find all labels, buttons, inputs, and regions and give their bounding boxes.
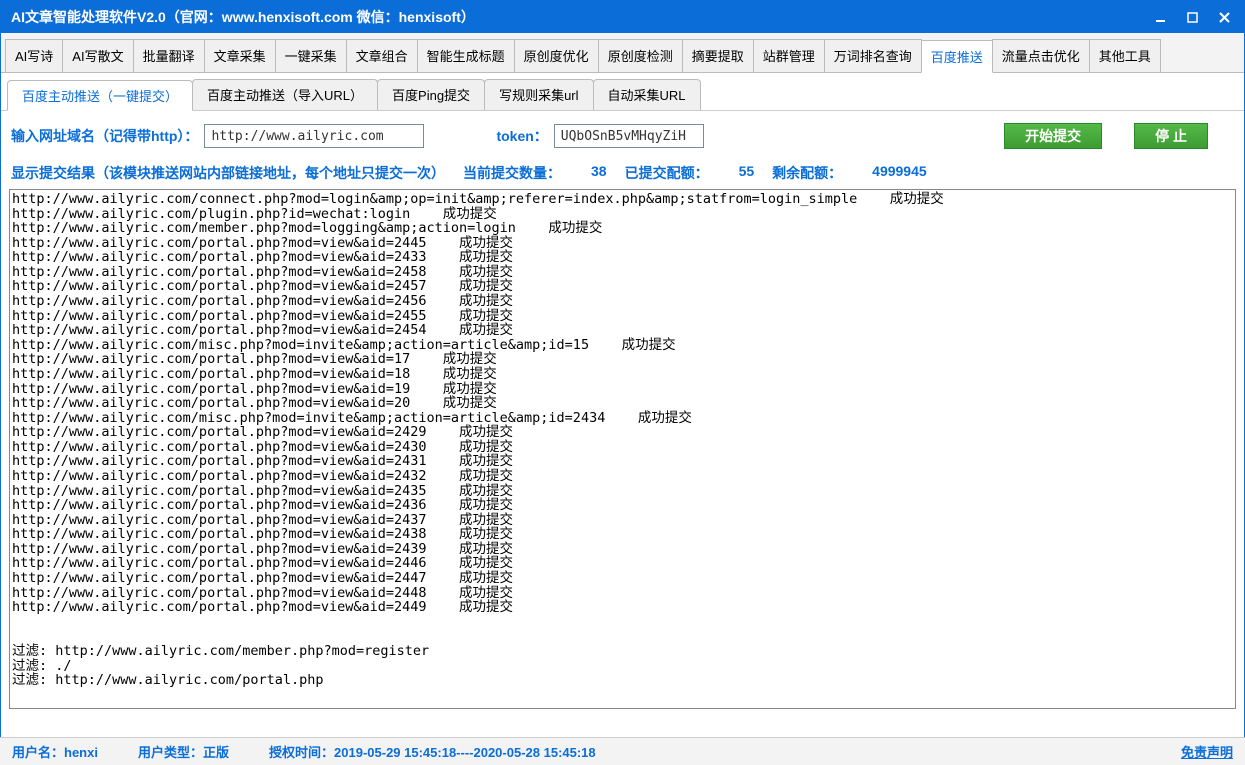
- sub-tab-1[interactable]: 百度主动推送（导入URL）: [192, 79, 378, 110]
- close-button[interactable]: [1210, 7, 1238, 27]
- result-title: 显示提交结果（该模块推送网站内部链接地址，每个地址只提交一次）: [11, 163, 445, 183]
- main-tab-3[interactable]: 文章采集: [204, 39, 276, 72]
- main-tab-4[interactable]: 一键采集: [275, 39, 347, 72]
- auth-label: 授权时间：: [269, 745, 334, 760]
- sub-tabs: 百度主动推送（一键提交）百度主动推送（导入URL）百度Ping提交写规则采集ur…: [1, 73, 1244, 111]
- sub-tab-0[interactable]: 百度主动推送（一键提交）: [7, 80, 193, 111]
- form-row: 输入网址域名（记得带http）： token： 开始提交 停 止: [1, 111, 1244, 161]
- user-value: henxi: [64, 745, 98, 760]
- app-title: AI文章智能处理软件V2.0（官网：www.henxisoft.com 微信：h…: [11, 7, 1142, 27]
- remaining-quota-label: 剩余配额：: [772, 163, 842, 183]
- user-label: 用户名：: [12, 745, 64, 760]
- main-tab-0[interactable]: AI写诗: [5, 39, 63, 72]
- main-tab-5[interactable]: 文章组合: [346, 39, 418, 72]
- main-tab-1[interactable]: AI写散文: [62, 39, 133, 72]
- log-output[interactable]: http://www.ailyric.com/connect.php?mod=l…: [9, 189, 1236, 709]
- sub-tab-2[interactable]: 百度Ping提交: [377, 79, 485, 110]
- url-label: 输入网址域名（记得带http）：: [11, 126, 198, 146]
- token-input[interactable]: [554, 124, 704, 148]
- usertype-label: 用户类型：: [138, 745, 203, 760]
- result-header: 显示提交结果（该模块推送网站内部链接地址，每个地址只提交一次） 当前提交数量： 3…: [1, 161, 1244, 185]
- main-tab-10[interactable]: 站群管理: [753, 39, 825, 72]
- submitted-quota-label: 已提交配额：: [625, 163, 709, 183]
- statusbar: 用户名：henxi 用户类型：正版 授权时间：2019-05-29 15:45:…: [0, 737, 1245, 765]
- titlebar: AI文章智能处理软件V2.0（官网：www.henxisoft.com 微信：h…: [1, 1, 1244, 33]
- sub-tab-3[interactable]: 写规则采集url: [484, 79, 593, 110]
- sub-tab-4[interactable]: 自动采集URL: [593, 79, 701, 110]
- main-tab-14[interactable]: 其他工具: [1089, 39, 1161, 72]
- token-label: token：: [496, 126, 547, 146]
- auth-value: 2019-05-29 15:45:18----2020-05-28 15:45:…: [334, 745, 596, 760]
- main-tab-13[interactable]: 流量点击优化: [992, 39, 1090, 72]
- main-tab-8[interactable]: 原创度检测: [598, 39, 683, 72]
- main-tab-7[interactable]: 原创度优化: [514, 39, 599, 72]
- remaining-quota-value: 4999945: [872, 163, 927, 183]
- current-count-label: 当前提交数量：: [463, 163, 561, 183]
- main-tab-9[interactable]: 摘要提取: [682, 39, 754, 72]
- stop-button[interactable]: 停 止: [1134, 123, 1208, 149]
- main-tab-6[interactable]: 智能生成标题: [417, 39, 515, 72]
- submitted-quota-value: 55: [739, 163, 755, 183]
- current-count-value: 38: [591, 163, 607, 183]
- main-tab-11[interactable]: 万词排名查询: [824, 39, 922, 72]
- url-input[interactable]: [204, 124, 424, 148]
- main-tabs: AI写诗AI写散文批量翻译文章采集一键采集文章组合智能生成标题原创度优化原创度检…: [1, 33, 1244, 73]
- usertype-value: 正版: [203, 745, 229, 760]
- main-tab-2[interactable]: 批量翻译: [133, 39, 205, 72]
- maximize-button[interactable]: [1178, 7, 1206, 27]
- disclaimer-link[interactable]: 免责声明: [1181, 742, 1233, 761]
- start-button[interactable]: 开始提交: [1004, 123, 1102, 149]
- minimize-button[interactable]: [1146, 7, 1174, 27]
- main-tab-12[interactable]: 百度推送: [921, 40, 993, 73]
